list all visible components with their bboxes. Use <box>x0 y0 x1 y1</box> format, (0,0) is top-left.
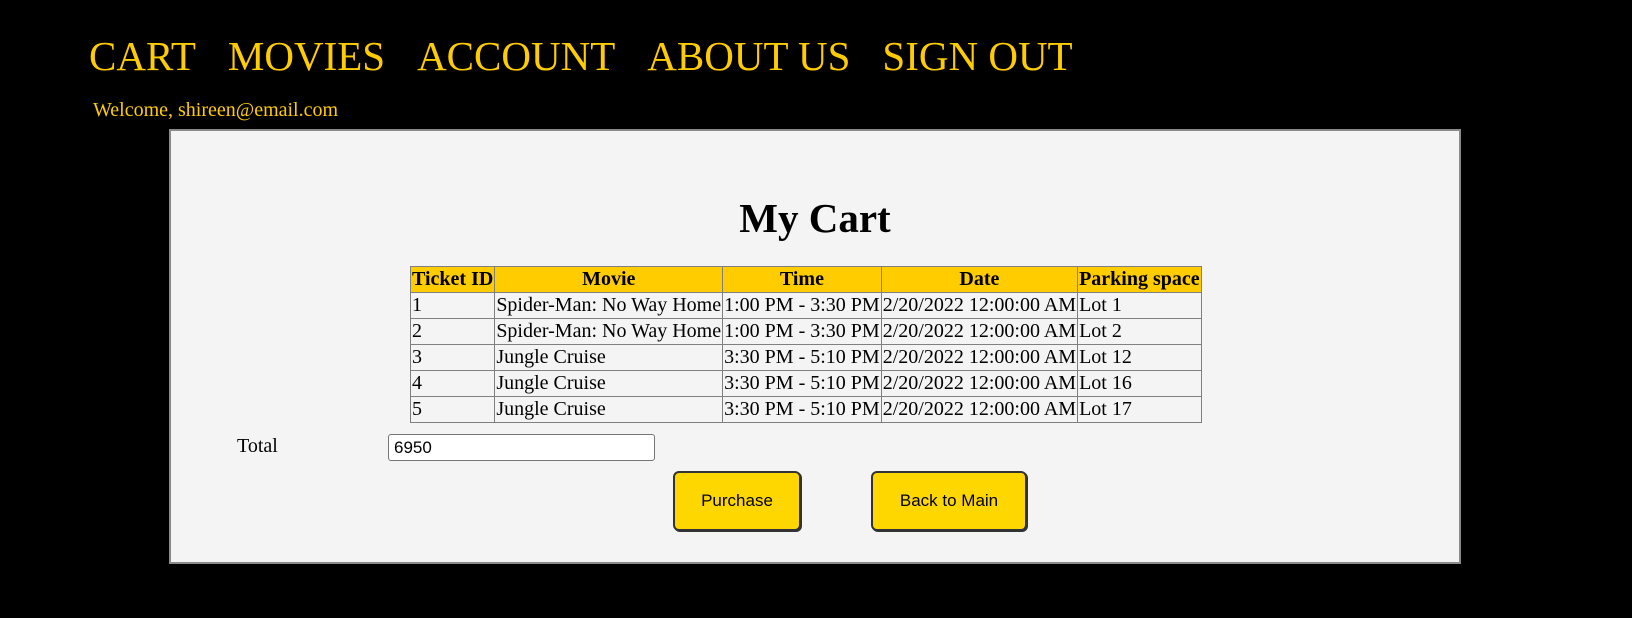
ticket-id-cell: 1 <box>409 292 496 319</box>
table-header-row: Ticket ID Movie Time Date Parking space <box>409 266 1202 293</box>
parking-space-cell: Lot 1 <box>1077 292 1202 319</box>
date-cell: 2/20/2022 12:00:00 AM <box>880 370 1079 397</box>
cart-panel: My Cart Ticket ID Movie Time Date Parkin… <box>169 129 1461 564</box>
movie-cell: Spider-Man: No Way Home <box>494 318 724 345</box>
time-cell: 3:30 PM - 5:10 PM <box>722 344 882 371</box>
table-row: 1 Spider-Man: No Way Home 1:00 PM - 3:30… <box>409 292 1202 319</box>
page-title: My Cart <box>739 195 891 241</box>
ticket-id-cell: 5 <box>409 396 496 423</box>
movie-cell: Jungle Cruise <box>494 344 724 371</box>
ticket-id-cell: 3 <box>409 344 496 371</box>
ticket-id-cell: 4 <box>409 370 496 397</box>
parking-space-cell: Lot 17 <box>1077 396 1202 423</box>
column-header-time: Time <box>722 266 882 293</box>
table-row: 5 Jungle Cruise 3:30 PM - 5:10 PM 2/20/2… <box>409 396 1202 423</box>
movie-cell: Jungle Cruise <box>494 396 724 423</box>
date-cell: 2/20/2022 12:00:00 AM <box>880 396 1079 423</box>
table-row: 4 Jungle Cruise 3:30 PM - 5:10 PM 2/20/2… <box>409 370 1202 397</box>
date-cell: 2/20/2022 12:00:00 AM <box>880 344 1079 371</box>
welcome-message: Welcome, shireen@email.com <box>93 99 339 121</box>
back-to-main-button[interactable]: Back to Main <box>871 471 1027 531</box>
table-row: 2 Spider-Man: No Way Home 1:00 PM - 3:30… <box>409 318 1202 345</box>
date-cell: 2/20/2022 12:00:00 AM <box>880 292 1079 319</box>
time-cell: 3:30 PM - 5:10 PM <box>722 396 882 423</box>
top-nav: CART MOVIES ACCOUNT ABOUT US SIGN OUT <box>89 30 1105 82</box>
parking-space-cell: Lot 2 <box>1077 318 1202 345</box>
nav-cart-link[interactable]: CART <box>89 30 196 82</box>
total-label: Total <box>237 435 278 457</box>
cart-table: Ticket ID Movie Time Date Parking space … <box>409 266 1202 423</box>
time-cell: 3:30 PM - 5:10 PM <box>722 370 882 397</box>
column-header-parking-space: Parking space <box>1077 266 1202 293</box>
movie-cell: Spider-Man: No Way Home <box>494 292 724 319</box>
nav-sign-out-link[interactable]: SIGN OUT <box>882 30 1072 82</box>
movie-cell: Jungle Cruise <box>494 370 724 397</box>
nav-about-us-link[interactable]: ABOUT US <box>647 30 850 82</box>
purchase-button[interactable]: Purchase <box>673 471 801 531</box>
table-row: 3 Jungle Cruise 3:30 PM - 5:10 PM 2/20/2… <box>409 344 1202 371</box>
date-cell: 2/20/2022 12:00:00 AM <box>880 318 1079 345</box>
column-header-movie: Movie <box>494 266 724 293</box>
time-cell: 1:00 PM - 3:30 PM <box>722 318 882 345</box>
column-header-date: Date <box>880 266 1079 293</box>
parking-space-cell: Lot 12 <box>1077 344 1202 371</box>
column-header-ticket-id: Ticket ID <box>409 266 496 293</box>
nav-account-link[interactable]: ACCOUNT <box>417 30 615 82</box>
ticket-id-cell: 2 <box>409 318 496 345</box>
parking-space-cell: Lot 16 <box>1077 370 1202 397</box>
time-cell: 1:00 PM - 3:30 PM <box>722 292 882 319</box>
nav-movies-link[interactable]: MOVIES <box>228 30 385 82</box>
total-field[interactable] <box>388 434 655 461</box>
